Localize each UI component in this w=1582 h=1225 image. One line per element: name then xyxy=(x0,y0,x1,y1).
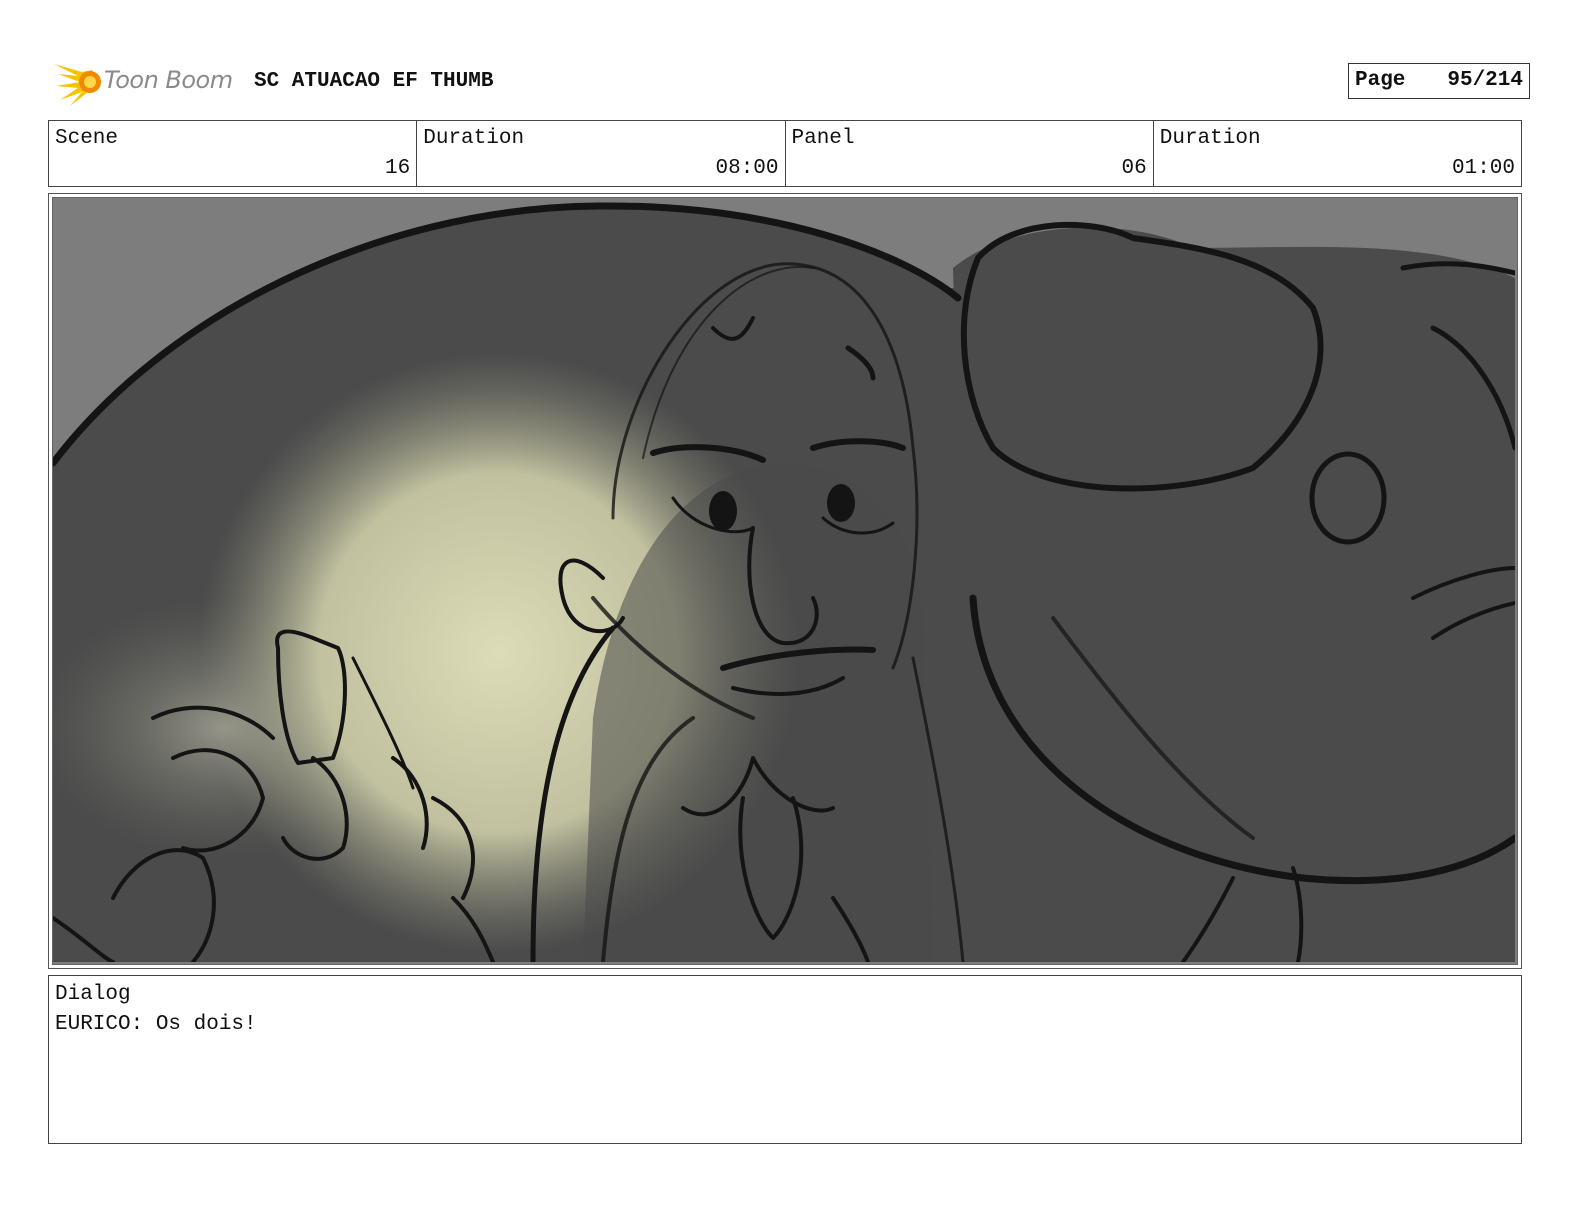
page-label: Page xyxy=(1355,69,1406,92)
panel-sketch xyxy=(53,198,1515,962)
toon-boom-logo: Toon Boom xyxy=(52,56,242,108)
panel-label: Panel xyxy=(791,127,855,150)
scene-info-row: Scene 16 Duration 08:00 Panel 06 Duratio… xyxy=(48,120,1522,187)
scene-value: 16 xyxy=(385,157,411,180)
document-title: SC ATUACAO EF THUMB xyxy=(254,70,494,93)
dialog-label: Dialog xyxy=(55,983,131,1006)
dialog-box: Dialog EURICO: Os dois! xyxy=(48,975,1522,1144)
storyboard-panel xyxy=(48,193,1522,969)
scene-duration-cell: Duration 08:00 xyxy=(417,121,786,186)
panel-value: 06 xyxy=(1121,157,1147,180)
scene-cell: Scene 16 xyxy=(49,121,418,186)
starburst-icon xyxy=(54,64,101,106)
panel-cell: Panel 06 xyxy=(786,121,1154,186)
panel-image xyxy=(52,197,1518,965)
scene-label: Scene xyxy=(55,127,119,150)
logo-text: Toon Boom xyxy=(104,66,233,94)
dialog-text: EURICO: Os dois! xyxy=(55,1013,257,1036)
page-indicator: Page 95/214 xyxy=(1348,63,1530,99)
scene-duration-value: 08:00 xyxy=(715,157,779,180)
panel-duration-label: Duration xyxy=(1159,127,1261,150)
panel-duration-value: 01:00 xyxy=(1451,157,1515,180)
scene-duration-label: Duration xyxy=(423,127,525,150)
page-number: 95/214 xyxy=(1447,69,1523,92)
panel-duration-cell: Duration 01:00 xyxy=(1154,121,1521,186)
page-header: Toon Boom SC ATUACAO EF THUMB Page 95/21… xyxy=(52,56,1530,108)
